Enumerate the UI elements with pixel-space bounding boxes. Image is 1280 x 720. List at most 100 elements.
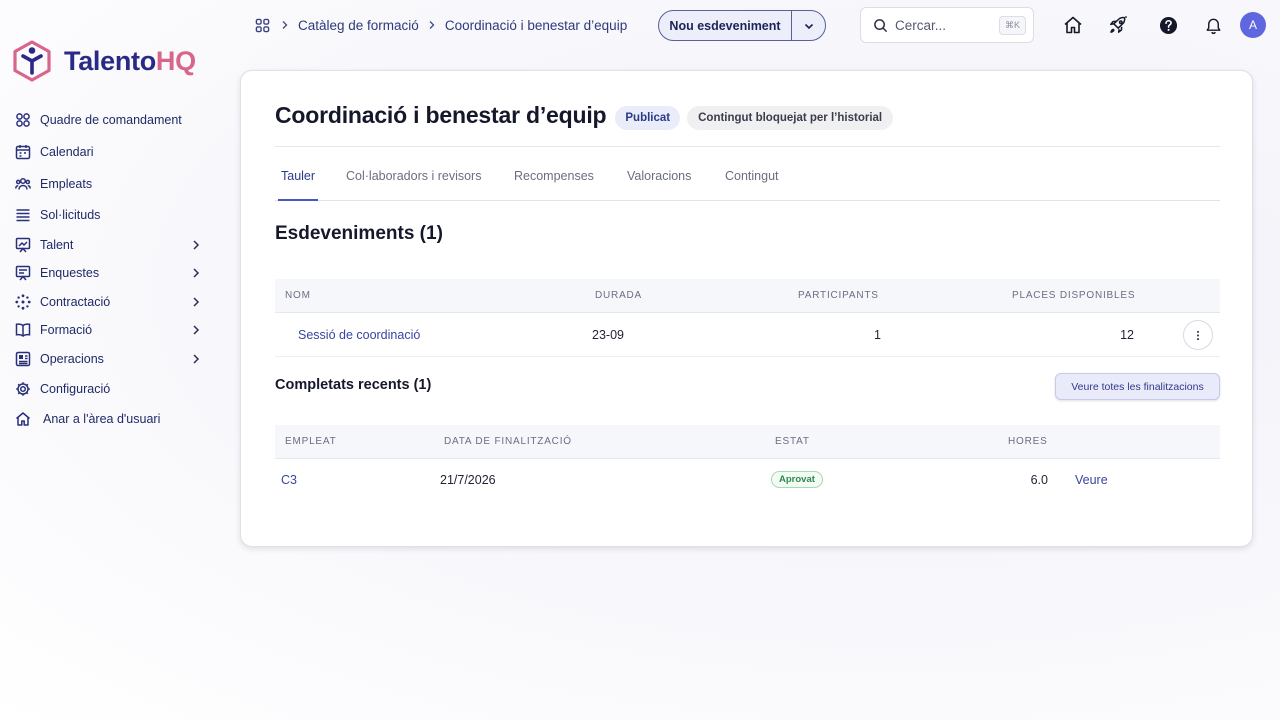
sidebar-item-label: Formació — [40, 323, 93, 337]
table-row: C3 21/7/2026 Aprovat 6.0 Veure — [275, 459, 1220, 503]
survey-icon — [14, 265, 31, 282]
grid-icon — [14, 112, 31, 129]
view-completion-link[interactable]: Veure — [1075, 473, 1108, 487]
home-button[interactable] — [1062, 14, 1084, 36]
sidebar-item-calendar[interactable]: Calendari — [14, 141, 202, 163]
column-header-available-seats: PLACES DISPONIBLES — [1012, 290, 1136, 301]
user-avatar[interactable]: A — [1240, 12, 1266, 38]
search-box[interactable]: ⌘K — [860, 7, 1034, 43]
page-header: Coordinació i benestar d’equip Publicat … — [275, 102, 1220, 147]
employee-link[interactable]: C3 — [281, 473, 297, 487]
search-shortcut-hint: ⌘K — [998, 15, 1026, 35]
sidebar-item-training[interactable]: Formació — [14, 319, 202, 341]
column-header-status: ESTAT — [775, 436, 810, 447]
column-header-name: NOM — [285, 290, 311, 301]
row-actions-button[interactable] — [1183, 320, 1213, 350]
events-section-title: Esdeveniments (1) — [275, 223, 443, 244]
tab-content[interactable]: Contingut — [725, 169, 779, 201]
completion-hours: 6.0 — [1030, 473, 1048, 487]
event-available-seats: 12 — [1120, 328, 1134, 342]
document-icon — [14, 351, 31, 368]
event-duration: 23-09 — [592, 328, 624, 342]
tab-rewards[interactable]: Recompenses — [514, 169, 594, 201]
help-button[interactable] — [1157, 14, 1179, 36]
sidebar-item-label: Calendari — [40, 145, 94, 159]
table-row: Sessió de coordinació 23-09 1 12 — [275, 313, 1220, 357]
dotted-circle-icon — [14, 294, 31, 311]
new-event-split-button: Nou esdeveniment — [658, 10, 826, 41]
breadcrumb: Catàleg de formació Coordinació i benest… — [255, 15, 627, 35]
sidebar-item-surveys[interactable]: Enquestes — [14, 262, 202, 284]
rocket-icon — [1110, 16, 1127, 33]
presentation-icon — [14, 237, 31, 254]
sidebar-item-requests[interactable]: Sol·licituds — [14, 204, 202, 226]
book-icon — [14, 322, 31, 339]
sidebar-item-employees[interactable]: Empleats — [14, 173, 202, 195]
completions-table-header: EMPLEAT DATA DE FINALITZACIÓ ESTAT HORES — [275, 425, 1220, 459]
tab-collaborators[interactable]: Col·laboradors i revisors — [346, 169, 481, 201]
chevron-right-icon — [193, 297, 200, 307]
help-icon — [1159, 16, 1177, 34]
chevron-right-icon — [193, 240, 200, 250]
sidebar-item-label: Contractació — [40, 295, 111, 309]
chevron-right-icon — [193, 354, 200, 364]
search-input[interactable] — [895, 17, 995, 33]
home-icon — [14, 411, 31, 428]
more-vertical-icon — [1196, 330, 1200, 340]
new-event-dropdown-toggle[interactable] — [792, 11, 825, 40]
main-card: Coordinació i benestar d’equip Publicat … — [240, 70, 1253, 547]
users-icon — [14, 176, 31, 193]
chevron-right-icon — [282, 21, 288, 29]
page-title: Coordinació i benestar d’equip — [275, 102, 607, 128]
chevron-right-icon — [193, 325, 200, 335]
bell-icon — [1206, 18, 1220, 34]
logo-icon — [13, 40, 51, 82]
status-badge: Publicat — [615, 106, 681, 130]
grid-icon[interactable] — [255, 18, 270, 33]
completion-date: 21/7/2026 — [440, 473, 496, 487]
sidebar-item-user-area[interactable]: Anar a l'àrea d'usuari — [14, 408, 202, 430]
column-header-duration: DURADA — [595, 290, 643, 301]
locked-content-badge: Contingut bloquejat per l’historial — [687, 106, 894, 130]
sidebar-item-label: Configuració — [40, 382, 111, 396]
sidebar-item-recruitment[interactable]: Contractació — [14, 291, 202, 313]
column-header-hours: HORES — [1008, 436, 1048, 447]
event-participants: 1 — [874, 328, 881, 342]
chevron-right-icon — [429, 21, 435, 29]
tab-dashboard[interactable]: Tauler — [278, 169, 319, 201]
sidebar-item-label: Sol·licituds — [40, 208, 101, 222]
column-header-participants: PARTICIPANTS — [798, 290, 879, 301]
sidebar-item-settings[interactable]: Configuració — [14, 378, 202, 400]
sidebar-item-label: Quadre de comandament — [40, 113, 182, 127]
sidebar-item-label: Empleats — [40, 177, 93, 191]
chevron-right-icon — [193, 268, 200, 278]
search-icon — [874, 18, 888, 32]
column-header-employee: EMPLEAT — [285, 436, 337, 447]
approved-status-badge: Aprovat — [771, 471, 823, 488]
events-table-header: NOM DURADA PARTICIPANTS PLACES DISPONIBL… — [275, 279, 1220, 313]
column-header-completion-date: DATA DE FINALITZACIÓ — [444, 436, 572, 447]
sidebar-item-dashboard[interactable]: Quadre de comandament — [14, 109, 202, 131]
gear-icon — [14, 381, 31, 398]
sidebar-item-label: Talent — [40, 238, 74, 252]
tab-ratings[interactable]: Valoracions — [627, 169, 691, 201]
sidebar-item-label: Operacions — [40, 352, 104, 366]
breadcrumb-current-course[interactable]: Coordinació i benestar d’equip — [445, 18, 627, 33]
calendar-icon — [14, 144, 31, 161]
event-name-link[interactable]: Sessió de coordinació — [298, 328, 420, 342]
list-icon — [14, 207, 31, 224]
home-icon — [1064, 16, 1082, 34]
chevron-down-icon — [804, 23, 813, 29]
sidebar-item-label: Anar a l'àrea d'usuari — [43, 412, 161, 426]
brand-name: TalentoHQ — [64, 45, 196, 76]
new-event-button[interactable]: Nou esdeveniment — [659, 19, 791, 33]
sidebar-item-talent[interactable]: Talent — [14, 234, 202, 256]
view-all-completions-button[interactable]: Veure totes les finalitzacions — [1055, 373, 1220, 400]
recent-completions-title: Completats recents (1) — [275, 377, 432, 393]
sidebar-item-operations[interactable]: Operacions — [14, 348, 202, 370]
notifications-button[interactable] — [1202, 14, 1224, 36]
brand-logo[interactable]: TalentoHQ — [13, 40, 196, 82]
breadcrumb-training-catalog[interactable]: Catàleg de formació — [298, 18, 419, 33]
tab-bar: Tauler Col·laboradors i revisors Recompe… — [275, 161, 1220, 201]
launch-button[interactable] — [1107, 14, 1129, 36]
